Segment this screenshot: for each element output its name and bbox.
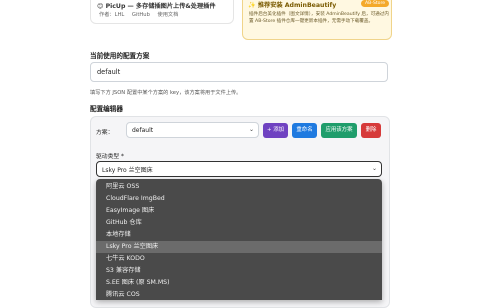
chevron-down-icon: ⌄ — [371, 165, 377, 172]
plugin-title: 😊 PicUp — 多存储插图片上传&处理插件 — [97, 3, 216, 10]
chevron-down-icon: ⌄ — [248, 126, 254, 133]
dropdown-option[interactable]: 腾讯云 COS — [96, 289, 382, 300]
recommend-card: ✨ 推荐安装 AdminBeautify AB-Store 插件后台美化插件（图… — [242, 0, 392, 40]
plugin-author: 作者：LHL — [99, 12, 125, 18]
github-link[interactable]: GitHub — [132, 12, 150, 18]
dropdown-option[interactable]: EasyImage 图床 — [96, 205, 382, 217]
rename-scheme-button[interactable]: 重命名 — [292, 123, 317, 138]
dropdown-option[interactable]: GitHub 仓库 — [96, 217, 382, 229]
driver-type-label: 驱动类型 * — [96, 154, 124, 160]
dropdown-option[interactable]: S3 兼容存储 — [96, 265, 382, 277]
docs-link[interactable]: 使用文档 — [158, 12, 179, 18]
editor-label: 配置编辑器 — [90, 105, 123, 113]
current-config-hint: 填写下方 JSON 配置中某个方案的 key，该方案将用于文件上传。 — [90, 90, 242, 96]
dropdown-option[interactable]: 阿里云 OSS — [96, 181, 382, 193]
dropdown-option[interactable]: CloudFlare ImgBed — [96, 193, 382, 205]
current-config-label: 当前使用的配置方案 — [90, 52, 150, 60]
scheme-select[interactable]: default ⌄ — [126, 122, 259, 138]
plugin-meta: 作者：LHL GitHub 使用文档 — [99, 11, 184, 18]
dropdown-option[interactable]: S.EE 图床 (原 SM.MS) — [96, 277, 382, 289]
current-config-input[interactable] — [90, 62, 388, 82]
plugin-card: 😊 PicUp — 多存储插图片上传&处理插件 作者：LHL GitHub 使用… — [90, 0, 234, 24]
driver-select-value: Lsky Pro 兰空图床 — [102, 167, 153, 174]
driver-type-select[interactable]: Lsky Pro 兰空图床 ⌄ — [96, 161, 382, 177]
add-scheme-button[interactable]: + 添加 — [263, 123, 288, 138]
recommend-text: 插件后台美化插件（图文详情），安装 AdminBeautify 后，可通过内置 … — [249, 12, 389, 24]
delete-scheme-button[interactable]: 删除 — [361, 123, 381, 138]
dropdown-option[interactable]: 本地存储 — [96, 229, 382, 241]
driver-dropdown-list: 阿里云 OSS CloudFlare ImgBed EasyImage 图床 G… — [96, 179, 382, 300]
dropdown-option-selected[interactable]: Lsky Pro 兰空图床 — [96, 241, 382, 253]
scheme-label: 方案： — [96, 130, 114, 136]
dropdown-option[interactable]: 七牛云 KODO — [96, 253, 382, 265]
ab-store-badge[interactable]: AB-Store — [361, 0, 390, 7]
scheme-select-value: default — [132, 127, 154, 134]
recommend-title: ✨ 推荐安装 AdminBeautify — [248, 2, 337, 9]
apply-scheme-button[interactable]: 应用该方案 — [321, 123, 357, 138]
